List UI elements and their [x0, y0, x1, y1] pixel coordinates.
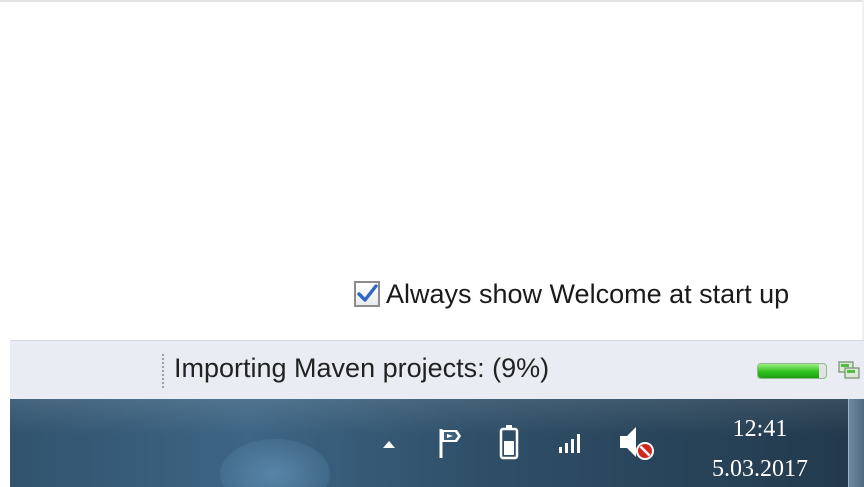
- battery-icon[interactable]: [497, 423, 521, 461]
- status-separator: [162, 354, 164, 388]
- action-center-flag-icon[interactable]: [435, 425, 465, 461]
- windows-taskbar: 12:41 5.03.2017: [10, 399, 864, 487]
- always-show-welcome-option[interactable]: Always show Welcome at start up: [354, 276, 789, 312]
- progress-view-icon[interactable]: [838, 360, 860, 380]
- progress-bar[interactable]: [757, 363, 827, 379]
- always-show-welcome-label: Always show Welcome at start up: [386, 278, 790, 309]
- top-divider: [0, 0, 864, 2]
- always-show-welcome-checkbox[interactable]: [354, 281, 380, 307]
- checkmark-icon: [357, 284, 378, 302]
- network-signal-icon[interactable]: [556, 429, 586, 457]
- clock-time: 12:41: [732, 416, 788, 442]
- status-message[interactable]: Importing Maven projects: (9%): [174, 353, 549, 384]
- speaker-muted-icon[interactable]: [616, 423, 660, 463]
- taskbar-glow: [220, 439, 330, 487]
- screen: Always show Welcome at start up Importin…: [0, 0, 864, 487]
- eclipse-status-bar: Importing Maven projects: (9%): [10, 340, 864, 399]
- clock-date: 5.03.2017: [712, 456, 808, 482]
- progress-fill: [758, 364, 820, 378]
- show-desktop-button[interactable]: [848, 399, 864, 487]
- show-hidden-icons-icon[interactable]: [380, 435, 398, 453]
- system-clock[interactable]: 12:41 5.03.2017: [690, 409, 830, 487]
